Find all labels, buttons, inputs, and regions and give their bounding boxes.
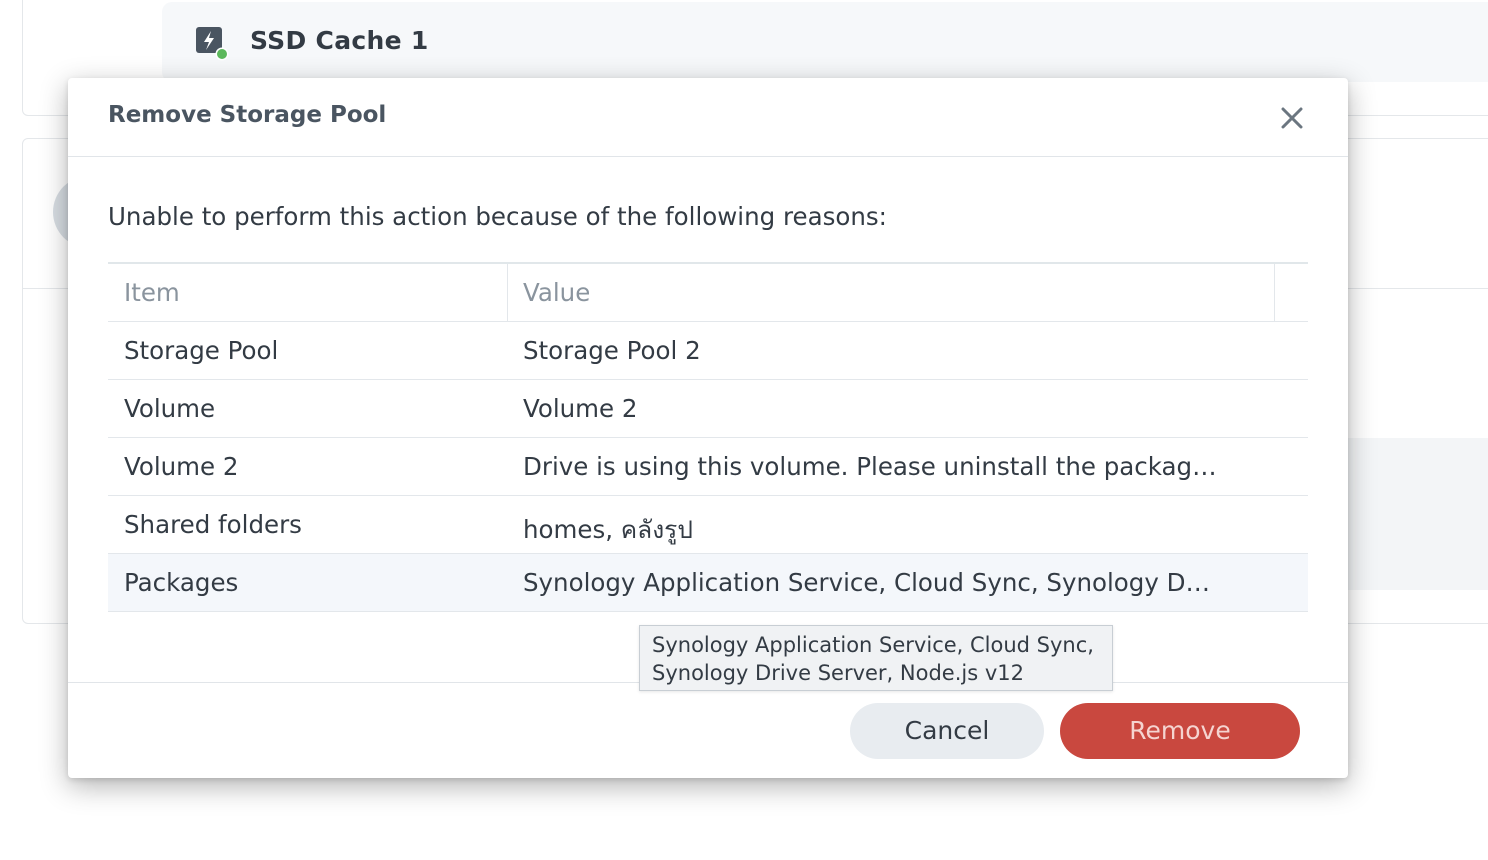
cancel-button[interactable]: Cancel xyxy=(850,703,1044,759)
ssd-cache-icon xyxy=(194,25,230,61)
table-row-hovered[interactable]: Packages Synology Application Service, C… xyxy=(108,554,1308,612)
tooltip-line: Synology Drive Server, Node.js v12 xyxy=(652,661,1024,685)
close-icon xyxy=(1281,107,1303,129)
column-separator[interactable] xyxy=(1274,264,1275,321)
table-row[interactable]: Volume Volume 2 xyxy=(108,380,1308,438)
table-header-row: Item Value xyxy=(108,264,1308,322)
cell-item: Volume 2 xyxy=(124,452,239,481)
dialog-header: Remove Storage Pool xyxy=(68,78,1348,157)
column-header-value[interactable]: Value xyxy=(523,278,1263,307)
tooltip-line: Synology Application Service, Cloud Sync… xyxy=(652,633,1094,657)
close-button[interactable] xyxy=(1274,100,1310,136)
table-row[interactable]: Volume 2 Drive is using this volume. Ple… xyxy=(108,438,1308,496)
cell-value: Volume 2 xyxy=(523,394,638,423)
packages-tooltip: Synology Application Service, Cloud Sync… xyxy=(639,625,1113,691)
cell-value: Synology Application Service, Cloud Sync… xyxy=(523,568,1210,597)
table-row[interactable]: Shared folders homes, คลังรูป xyxy=(108,496,1308,554)
cell-item: Volume xyxy=(124,394,216,423)
cell-value: Drive is using this volume. Please unins… xyxy=(523,452,1217,481)
cell-item: Shared folders xyxy=(124,510,302,539)
column-separator[interactable] xyxy=(507,264,508,321)
cell-value: Storage Pool 2 xyxy=(523,336,701,365)
cell-item: Storage Pool xyxy=(124,336,279,365)
dialog-message: Unable to perform this action because of… xyxy=(108,202,887,231)
remove-button[interactable]: Remove xyxy=(1060,703,1300,759)
table-row[interactable]: Storage Pool Storage Pool 2 xyxy=(108,322,1308,380)
dialog-footer: Cancel Remove xyxy=(68,682,1348,779)
background-panel xyxy=(1340,438,1488,590)
reasons-table: Item Value Storage Pool Storage Pool 2 V… xyxy=(108,262,1308,612)
cell-item: Packages xyxy=(124,568,239,597)
dialog-title: Remove Storage Pool xyxy=(108,102,387,128)
column-header-item[interactable]: Item xyxy=(124,278,180,307)
cell-value: homes, คลังรูป xyxy=(523,515,693,544)
ssd-cache-title: SSD Cache 1 xyxy=(250,26,429,55)
